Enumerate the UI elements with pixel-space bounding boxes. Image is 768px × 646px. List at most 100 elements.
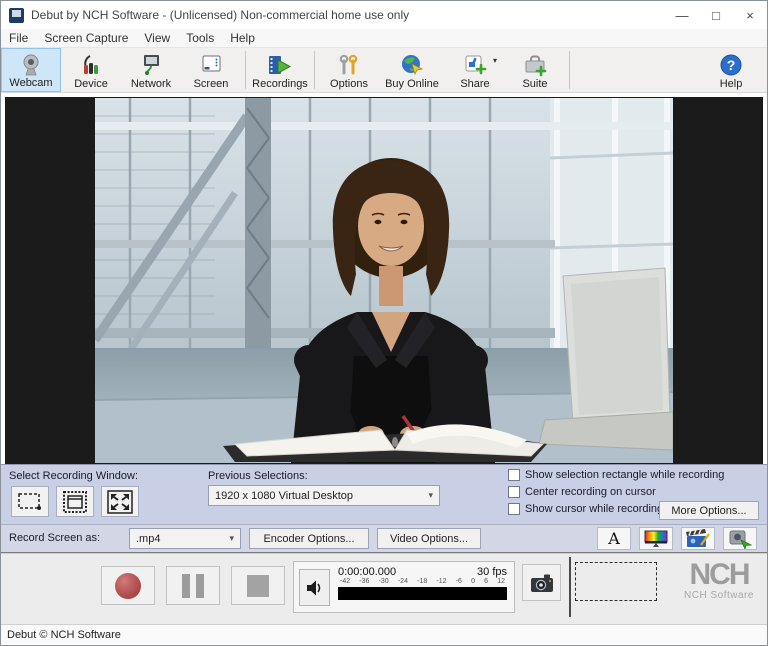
select-recording-window-label: Select Recording Window: [9, 470, 138, 482]
recording-window-panel: Select Recording Window: Previous Select… [1, 464, 767, 524]
toolbar-options-label: Options [330, 78, 368, 90]
checkbox-show-cursor[interactable]: Show cursor while recording [508, 503, 663, 515]
record-icon [115, 573, 141, 599]
checkbox-box[interactable] [508, 503, 520, 515]
maximize-button[interactable]: □ [699, 1, 733, 29]
toolbar-separator [569, 51, 570, 89]
toolbar-network[interactable]: Network [121, 48, 181, 92]
toolbar-webcam[interactable]: Webcam [1, 48, 61, 92]
close-button[interactable]: × [733, 1, 767, 29]
select-region-button[interactable] [11, 486, 49, 517]
encoder-options-button[interactable]: Encoder Options... [249, 528, 369, 549]
status-bar: Debut © NCH Software [1, 624, 767, 644]
menu-help[interactable]: Help [222, 29, 263, 47]
toolbar-buy-online-label: Buy Online [385, 78, 439, 90]
text-overlay-icon: A [608, 531, 620, 547]
fps-readout: 30 fps [477, 566, 507, 578]
chevron-down-icon: ▾ [229, 533, 234, 544]
toolbar-screen[interactable]: Screen [181, 48, 241, 92]
record-as-panel: Record Screen as: .mp4 ▾ Encoder Options… [1, 524, 767, 552]
audio-meter-group: 0:00:00.000 30 fps -42-36-30-24-18-12-60… [293, 561, 515, 613]
chevron-down-icon: ▾ [428, 490, 433, 501]
toolbar-separator [245, 51, 246, 89]
menu-bar: File Screen Capture View Tools Help [1, 29, 767, 47]
toolbar-suite[interactable]: Suite [505, 48, 565, 92]
select-fullscreen-button[interactable] [101, 486, 139, 517]
previous-selections-label: Previous Selections: [208, 470, 308, 482]
checkbox-box[interactable] [508, 486, 520, 498]
checkbox-label: Show cursor while recording [525, 503, 663, 515]
checkbox-center-recording[interactable]: Center recording on cursor [508, 486, 656, 498]
select-window-icon [61, 489, 89, 515]
webcam-preview [5, 97, 763, 464]
screen-icon [199, 52, 223, 78]
video-options-button[interactable]: Video Options... [377, 528, 481, 549]
stop-button[interactable] [231, 566, 285, 605]
toolbar-screen-label: Screen [194, 78, 229, 90]
previous-selections-select[interactable]: 1920 x 1080 Virtual Desktop ▾ [208, 485, 440, 506]
stop-icon [247, 575, 269, 597]
camera-icon [529, 572, 555, 594]
checkbox-show-selection-rectangle[interactable]: Show selection rectangle while recording [508, 469, 724, 481]
toolbar-help[interactable]: ? Help [701, 48, 761, 92]
app-window: Debut by NCH Software - (Unlicensed) Non… [0, 0, 768, 646]
speaker-icon [305, 579, 325, 597]
previous-selections-value: 1920 x 1080 Virtual Desktop [215, 490, 353, 502]
share-dropdown-caret[interactable]: ▾ [493, 56, 497, 65]
help-icon: ? [719, 52, 743, 78]
device-icon [79, 52, 103, 78]
video-effects-button[interactable] [681, 527, 715, 550]
db-scale: -42-36-30-24-18-12-60612 [338, 578, 507, 587]
buy-online-icon [400, 52, 424, 78]
toolbar-device[interactable]: Device [61, 48, 121, 92]
main-toolbar: Webcam Device Network Screen Recordings [1, 47, 767, 93]
checkbox-label: Show selection rectangle while recording [525, 469, 724, 481]
checkbox-box[interactable] [508, 469, 520, 481]
suite-icon [523, 52, 547, 78]
checkbox-label: Center recording on cursor [525, 486, 656, 498]
network-icon [139, 52, 163, 78]
select-window-button[interactable] [56, 486, 94, 517]
toolbar-buy-online[interactable]: Buy Online [379, 48, 445, 92]
toolbar-help-label: Help [720, 78, 743, 90]
overlay-position-preview[interactable] [569, 557, 664, 617]
audio-level-meter [338, 587, 507, 600]
toolbar-options[interactable]: Options [319, 48, 379, 92]
menu-tools[interactable]: Tools [178, 29, 222, 47]
record-button[interactable] [101, 566, 155, 605]
more-options-button[interactable]: More Options... [659, 501, 759, 520]
menu-view[interactable]: View [136, 29, 178, 47]
webcam-overlay-button[interactable] [723, 527, 757, 550]
options-icon [337, 52, 361, 78]
transport-bar: 0:00:00.000 30 fps -42-36-30-24-18-12-60… [1, 552, 767, 624]
svg-text:?: ? [727, 57, 736, 73]
overlay-rect[interactable] [575, 562, 657, 601]
video-frame [95, 98, 673, 463]
menu-screen-capture[interactable]: Screen Capture [36, 29, 136, 47]
menu-file[interactable]: File [1, 29, 36, 47]
window-title: Debut by NCH Software - (Unlicensed) Non… [31, 8, 409, 22]
nch-logo-text: NCH [677, 560, 761, 590]
toolbar-share[interactable]: ▾ Share [445, 48, 505, 92]
snapshot-button[interactable] [522, 564, 561, 601]
color-settings-icon [643, 529, 669, 549]
format-select[interactable]: .mp4 ▾ [129, 528, 241, 549]
speaker-button[interactable] [299, 569, 330, 606]
text-overlay-button[interactable]: A [597, 527, 631, 550]
nch-logo-subtext: NCH Software [677, 590, 761, 601]
toolbar-recordings[interactable]: Recordings [250, 48, 310, 92]
video-effects-icon [685, 529, 711, 549]
webcam-overlay-icon [727, 529, 753, 549]
toolbar-suite-label: Suite [522, 78, 547, 90]
toolbar-webcam-label: Webcam [9, 77, 52, 89]
minimize-button[interactable]: — [665, 1, 699, 29]
app-icon [9, 8, 24, 23]
color-settings-button[interactable] [639, 527, 673, 550]
toolbar-network-label: Network [131, 78, 171, 90]
select-region-icon [16, 489, 44, 515]
nch-logo: NCH NCH Software [677, 560, 761, 601]
toolbar-separator [314, 51, 315, 89]
recordings-icon [266, 52, 294, 78]
format-value: .mp4 [136, 533, 160, 545]
pause-button[interactable] [166, 566, 220, 605]
